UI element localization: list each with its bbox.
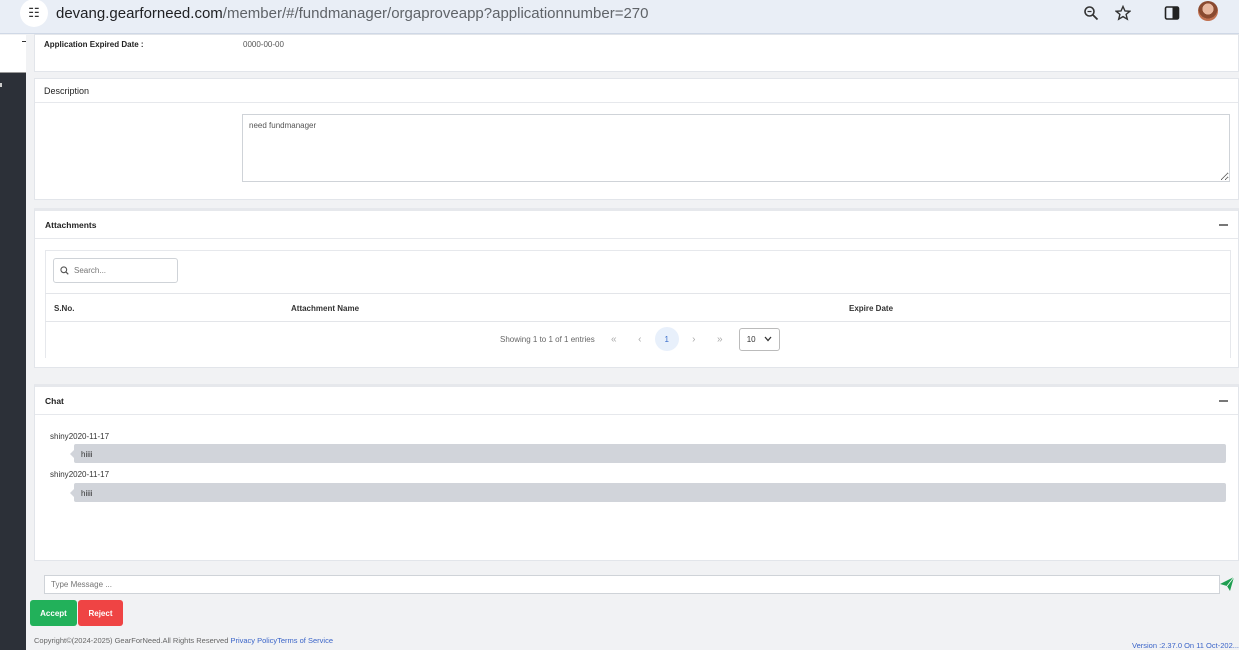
zoom-icon[interactable] xyxy=(1080,2,1102,24)
bookmark-star-icon[interactable] xyxy=(1112,2,1134,24)
main-content: Application Expired Date : 0000-00-00 De… xyxy=(26,34,1239,650)
column-sno[interactable]: S.No. xyxy=(54,304,74,313)
accept-button[interactable]: Accept xyxy=(30,600,77,626)
chat-user: shiny xyxy=(50,432,69,441)
chat-message-input[interactable] xyxy=(44,575,1220,594)
footer: Copyright©(2024-2025) GearForNeed.All Ri… xyxy=(34,636,333,645)
last-page-button[interactable]: » xyxy=(707,327,733,351)
chat-title: Chat xyxy=(45,395,64,406)
browser-toolbar: ☷ devang.gearforneed.com/member/#/fundma… xyxy=(0,0,1239,34)
app-sidebar xyxy=(0,35,26,650)
page-size-value: 10 xyxy=(746,334,756,344)
chat-bubble: hiiii xyxy=(70,483,1226,502)
search-icon xyxy=(60,266,69,275)
chat-date: 2020-11-17 xyxy=(68,470,110,479)
privacy-policy-link[interactable]: Privacy Policy xyxy=(230,636,277,645)
reject-button[interactable]: Reject xyxy=(78,600,123,626)
chat-date: 2020-11-17 xyxy=(68,432,110,441)
terms-of-service-link[interactable]: Terms of Service xyxy=(277,636,333,645)
copyright-text: Copyright©(2024-2025) GearForNeed.All Ri… xyxy=(34,636,231,645)
sidebar-header xyxy=(0,35,26,73)
column-attachment-name[interactable]: Attachment Name xyxy=(291,304,359,313)
url-text[interactable]: devang.gearforneed.com/member/#/fundmana… xyxy=(56,5,648,22)
sidebar-indicator xyxy=(0,83,2,87)
page-size-select[interactable]: 10 xyxy=(738,327,780,351)
version-text: Version :2.37.0 On 11 Oct-202... xyxy=(1131,641,1239,650)
url-path: /member/#/fundmanager/orgaproveapp?appli… xyxy=(222,4,649,22)
collapse-minus-icon[interactable] xyxy=(1219,224,1228,226)
url-host: devang.gearforneed.com xyxy=(56,4,223,22)
attachments-search[interactable] xyxy=(53,258,178,283)
description-textarea[interactable] xyxy=(242,114,1230,182)
side-panel-icon[interactable] xyxy=(1161,2,1183,24)
expired-date-label: Application Expired Date : xyxy=(44,40,144,49)
next-page-button[interactable]: › xyxy=(681,327,707,351)
first-page-button[interactable]: « xyxy=(601,327,627,351)
attachments-table-header: S.No. Attachment Name Expire Date xyxy=(45,293,1230,322)
chevron-down-icon xyxy=(764,336,772,342)
column-expire-date[interactable]: Expire Date xyxy=(849,304,893,313)
chat-card: Chat xyxy=(34,384,1239,561)
chat-message-meta: shiny2020-11-17 xyxy=(50,470,109,479)
description-header: Description xyxy=(35,79,1238,103)
attachments-title: Attachments xyxy=(45,219,97,230)
address-bar[interactable]: ☷ devang.gearforneed.com/member/#/fundma… xyxy=(20,0,1120,27)
page-1-button[interactable]: 1 xyxy=(654,327,679,351)
collapse-minus-icon[interactable] xyxy=(1219,400,1228,402)
chat-user: shiny xyxy=(50,470,69,479)
send-icon[interactable] xyxy=(1219,576,1235,592)
chat-header: Chat xyxy=(35,387,1238,415)
description-title: Description xyxy=(44,86,90,96)
application-info-card: Application Expired Date : 0000-00-00 xyxy=(34,34,1239,72)
chat-message-meta: shiny2020-11-17 xyxy=(50,432,109,441)
profile-avatar[interactable] xyxy=(1198,1,1218,21)
attachments-header: Attachments xyxy=(35,211,1238,239)
pagination: Showing 1 to 1 of 1 entries « ‹ 1 › » 10 xyxy=(500,327,780,351)
search-input[interactable] xyxy=(74,266,164,275)
prev-page-button[interactable]: ‹ xyxy=(627,327,653,351)
expired-date-value: 0000-00-00 xyxy=(243,40,284,49)
pagination-info: Showing 1 to 1 of 1 entries xyxy=(500,334,595,344)
site-info-icon[interactable]: ☷ xyxy=(20,0,48,27)
chat-bubble: hiiii xyxy=(70,444,1226,463)
